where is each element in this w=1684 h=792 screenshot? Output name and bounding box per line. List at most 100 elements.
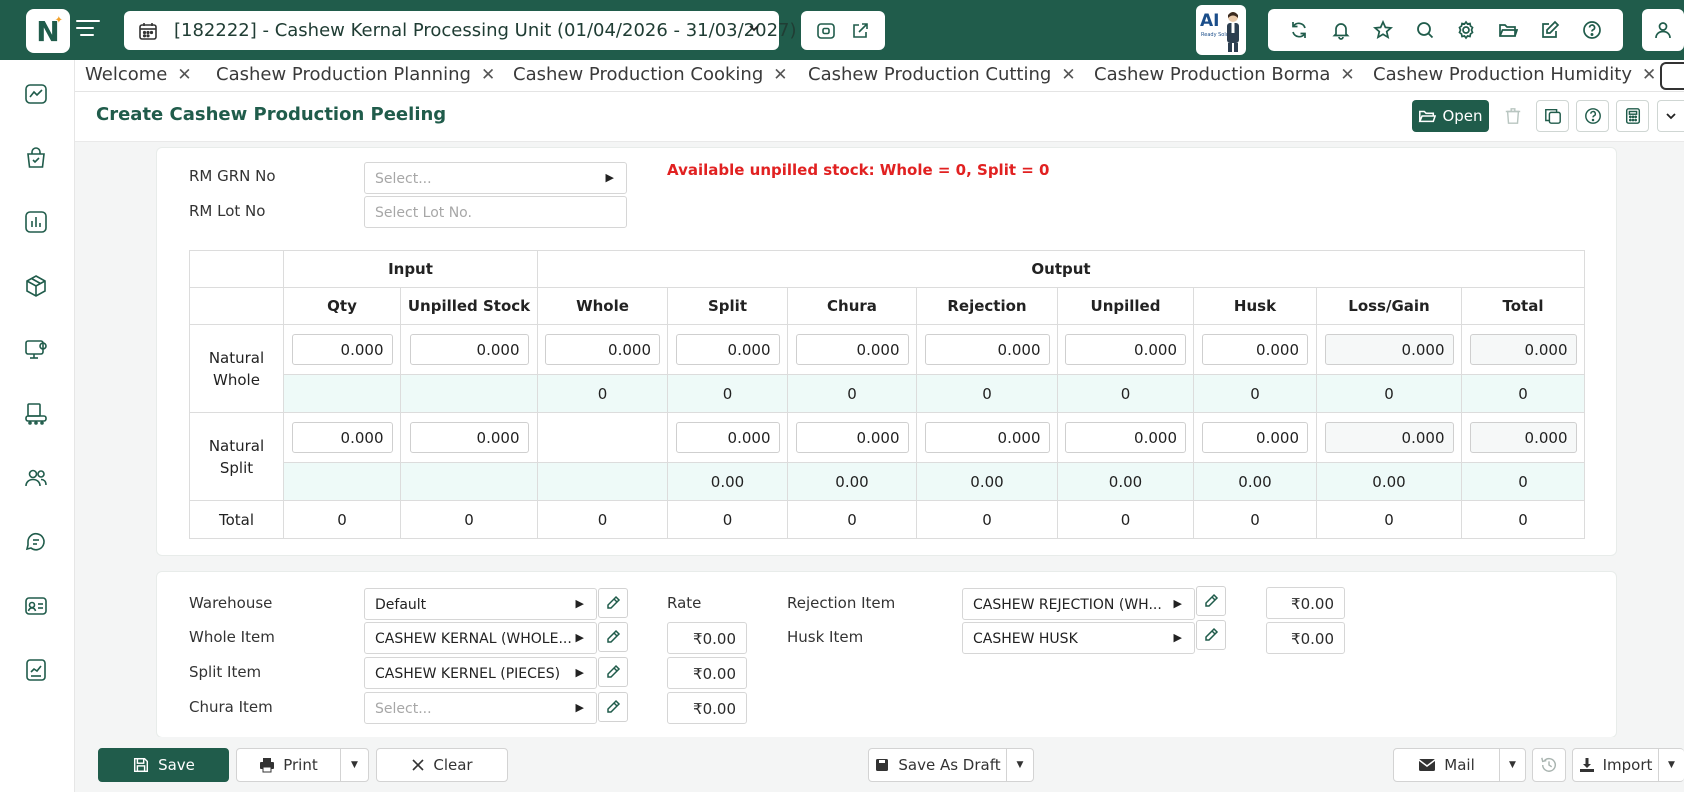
grid-cell: 0 bbox=[1057, 500, 1194, 539]
split-husk-input[interactable]: 0.000 bbox=[1202, 422, 1308, 453]
whole-item-select[interactable]: CASHEW KERNAL (WHOLE... ▶ bbox=[364, 622, 597, 654]
chura-item-select[interactable]: Select... ▶ bbox=[364, 692, 597, 724]
settings-gear-icon[interactable] bbox=[1454, 18, 1478, 42]
split-unpilled-input[interactable]: 0.000 bbox=[1065, 422, 1186, 453]
sidebar-production-icon[interactable] bbox=[22, 400, 50, 428]
split-loss-gain-value: 0.000 bbox=[1324, 422, 1454, 453]
split-rejection-input[interactable]: 0.000 bbox=[924, 422, 1050, 453]
warehouse-select[interactable]: Default ▶ bbox=[364, 588, 597, 620]
history-button[interactable] bbox=[1532, 748, 1566, 782]
split-item-select[interactable]: CASHEW KERNEL (PIECES) ▶ bbox=[364, 657, 597, 689]
whole-rejection-input[interactable]: 0.000 bbox=[924, 334, 1050, 365]
close-icon[interactable]: ✕ bbox=[773, 65, 787, 85]
whole-husk-input[interactable]: 0.000 bbox=[1202, 334, 1308, 365]
whole-unpilled-stock-input[interactable]: 0.000 bbox=[409, 334, 529, 365]
tab-overflow-button[interactable] bbox=[1660, 62, 1684, 90]
notification-bell-icon[interactable] bbox=[1329, 18, 1353, 42]
row-label-line: Whole bbox=[213, 370, 260, 389]
split-unpilled-stock-input[interactable]: 0.000 bbox=[409, 422, 529, 453]
whole-split-input[interactable]: 0.000 bbox=[675, 334, 780, 365]
rm-grn-select[interactable]: Select... ▶ bbox=[364, 162, 627, 194]
copy-button[interactable] bbox=[1536, 100, 1569, 132]
import-options-button[interactable]: ▼ bbox=[1658, 748, 1684, 782]
output-group-header: Output bbox=[537, 250, 1585, 288]
save-as-draft-button[interactable]: Save As Draft bbox=[868, 748, 1007, 782]
mail-button[interactable]: Mail bbox=[1393, 748, 1500, 782]
whole-chura-input[interactable]: 0.000 bbox=[795, 334, 909, 365]
chura-rate-input[interactable]: ₹0.00 bbox=[667, 692, 747, 724]
sidebar-analytics-icon[interactable] bbox=[22, 656, 50, 684]
husk-rate-input[interactable]: ₹0.00 bbox=[1266, 622, 1345, 654]
sidebar-chat-icon[interactable] bbox=[22, 528, 50, 556]
star-icon[interactable] bbox=[1371, 18, 1395, 42]
close-icon[interactable]: ✕ bbox=[481, 65, 495, 85]
help-icon[interactable] bbox=[1580, 18, 1604, 42]
edit-warehouse-button[interactable] bbox=[598, 588, 628, 618]
sidebar-contacts-icon[interactable] bbox=[22, 592, 50, 620]
refresh-icon[interactable] bbox=[1287, 18, 1311, 42]
print-options-button[interactable]: ▼ bbox=[340, 748, 369, 782]
sidebar-reports-icon[interactable] bbox=[22, 208, 50, 236]
more-actions-button[interactable] bbox=[1657, 100, 1684, 132]
tab-cashew-production-cooking[interactable]: Cashew Production Cooking ✕ bbox=[513, 64, 788, 85]
natural-whole-summary-row: 0 0 0 0 0 0 0 0 bbox=[190, 374, 1585, 413]
tab-cashew-production-planning[interactable]: Cashew Production Planning ✕ bbox=[216, 64, 495, 85]
sidebar-purchase-icon[interactable] bbox=[22, 144, 50, 172]
toolbar-icons bbox=[1268, 9, 1623, 51]
user-profile-button[interactable] bbox=[1642, 9, 1684, 51]
sidebar-dashboard-icon[interactable] bbox=[22, 80, 50, 108]
edit-note-icon[interactable] bbox=[1538, 18, 1562, 42]
whole-whole-input[interactable]: 0.000 bbox=[545, 334, 660, 365]
tab-cashew-production-cutting[interactable]: Cashew Production Cutting ✕ bbox=[808, 64, 1076, 85]
company-selector[interactable]: [182222] - Cashew Kernal Processing Unit… bbox=[124, 11, 797, 50]
menu-toggle-icon[interactable] bbox=[76, 20, 100, 40]
tab-welcome[interactable]: Welcome ✕ bbox=[85, 64, 192, 85]
calculator-button[interactable] bbox=[1616, 100, 1649, 132]
husk-item-select[interactable]: CASHEW HUSK ▶ bbox=[962, 622, 1195, 654]
close-icon[interactable]: ✕ bbox=[1642, 65, 1656, 85]
grid-cell bbox=[537, 412, 668, 463]
edit-split-item-button[interactable] bbox=[598, 657, 628, 687]
sidebar-monitor-settings-icon[interactable] bbox=[22, 336, 50, 364]
whole-rate-input[interactable]: ₹0.00 bbox=[667, 622, 747, 654]
clear-button[interactable]: Clear bbox=[376, 748, 508, 782]
edit-rejection-item-button[interactable] bbox=[1196, 586, 1226, 616]
whole-unpilled-input[interactable]: 0.000 bbox=[1065, 334, 1186, 365]
app-logo[interactable]: N ✦ bbox=[26, 9, 70, 53]
open-button[interactable]: Open bbox=[1412, 100, 1489, 132]
screen-capture-icon[interactable] bbox=[814, 19, 838, 43]
grid-cell: 0 bbox=[1461, 462, 1585, 501]
import-button[interactable]: Import bbox=[1572, 748, 1659, 782]
tab-cashew-production-humidity[interactable]: Cashew Production Humidity ✕ bbox=[1373, 64, 1656, 85]
sidebar-users-icon[interactable] bbox=[22, 464, 50, 492]
search-icon[interactable] bbox=[1413, 18, 1437, 42]
tab-label: Cashew Production Cutting bbox=[808, 64, 1052, 85]
help-button[interactable] bbox=[1576, 100, 1609, 132]
split-split-input[interactable]: 0.000 bbox=[675, 422, 780, 453]
draft-icon bbox=[876, 759, 889, 771]
mail-options-button[interactable]: ▼ bbox=[1499, 748, 1526, 782]
rm-lot-select[interactable]: Select Lot No. bbox=[364, 196, 627, 228]
whole-qty-input[interactable]: 0.000 bbox=[291, 334, 393, 365]
split-chura-input[interactable]: 0.000 bbox=[795, 422, 909, 453]
sidebar-inventory-icon[interactable] bbox=[22, 272, 50, 300]
external-link-icon[interactable] bbox=[848, 19, 872, 43]
close-icon[interactable]: ✕ bbox=[177, 65, 191, 85]
edit-whole-item-button[interactable] bbox=[598, 622, 628, 652]
edit-chura-item-button[interactable] bbox=[598, 692, 628, 722]
print-button[interactable]: Print bbox=[236, 748, 341, 782]
save-button[interactable]: Save bbox=[98, 748, 229, 782]
ai-ready-badge[interactable]: AI Ready Solution bbox=[1196, 5, 1246, 55]
split-qty-input[interactable]: 0.000 bbox=[291, 422, 393, 453]
column-header-husk: Husk bbox=[1193, 287, 1317, 325]
close-icon[interactable]: ✕ bbox=[1340, 65, 1354, 85]
split-rate-input[interactable]: ₹0.00 bbox=[667, 657, 747, 689]
tab-cashew-production-borma[interactable]: Cashew Production Borma ✕ bbox=[1094, 64, 1355, 85]
close-icon[interactable]: ✕ bbox=[1061, 65, 1075, 85]
draft-options-button[interactable]: ▼ bbox=[1006, 748, 1034, 782]
delete-button[interactable] bbox=[1496, 100, 1529, 132]
folder-icon[interactable] bbox=[1496, 18, 1520, 42]
edit-husk-item-button[interactable] bbox=[1196, 620, 1226, 650]
rejection-item-select[interactable]: CASHEW REJECTION (WH... ▶ bbox=[962, 588, 1195, 620]
rejection-rate-input[interactable]: ₹0.00 bbox=[1266, 587, 1345, 619]
